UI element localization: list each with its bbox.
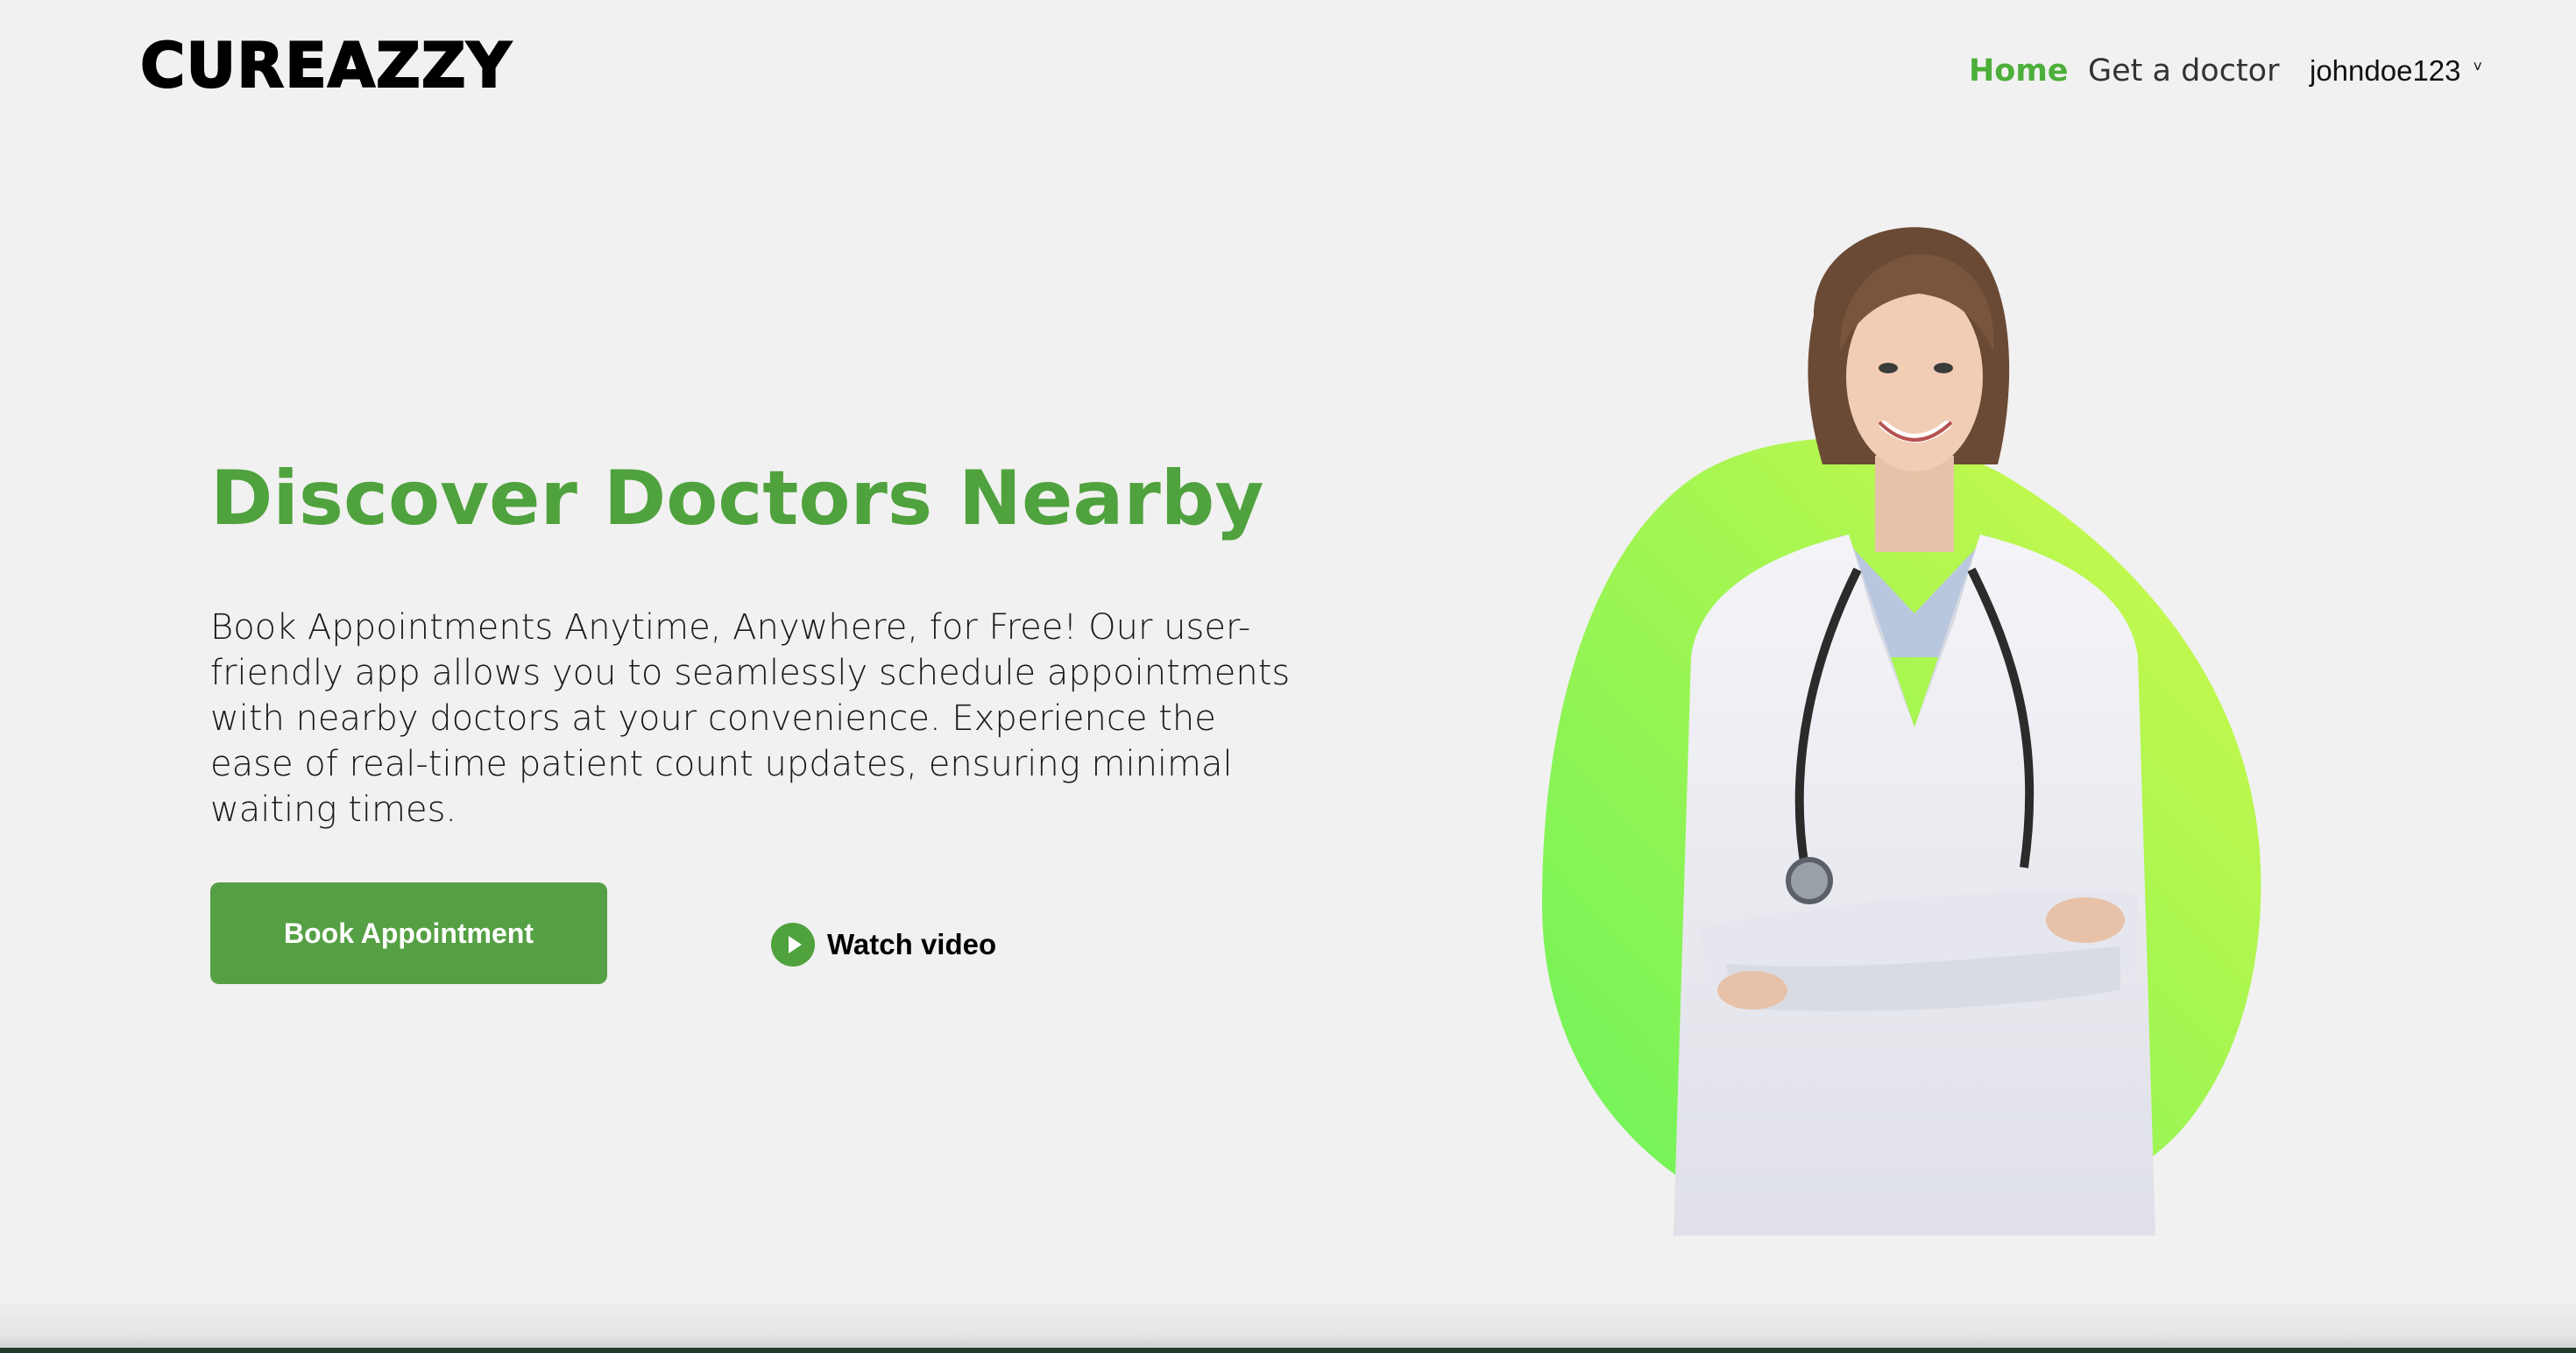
main-nav: Home Get a doctor johndoe123 ˅ [0, 49, 2576, 93]
play-icon [771, 923, 815, 967]
hero-title: Discover Doctors Nearby [210, 455, 1264, 542]
watch-video-label: Watch video [827, 928, 997, 960]
book-appointment-button[interactable]: Book Appointment [210, 882, 607, 984]
hero-description: Book Appointments Anytime, Anywhere, for… [210, 607, 1291, 830]
section-divider [0, 1297, 2576, 1353]
username-label: johndoe123 [2310, 54, 2461, 87]
nav-get-doctor-link[interactable]: Get a doctor [2088, 49, 2279, 93]
next-section-edge [0, 1348, 2576, 1353]
doctor-illustration [1525, 202, 2313, 1236]
chevron-down-icon: ˅ [2473, 58, 2483, 75]
watch-video-button[interactable]: Watch video [771, 922, 996, 967]
nav-home-link[interactable]: Home [1969, 49, 2069, 93]
user-menu-dropdown[interactable]: johndoe123 ˅ [2310, 49, 2482, 93]
